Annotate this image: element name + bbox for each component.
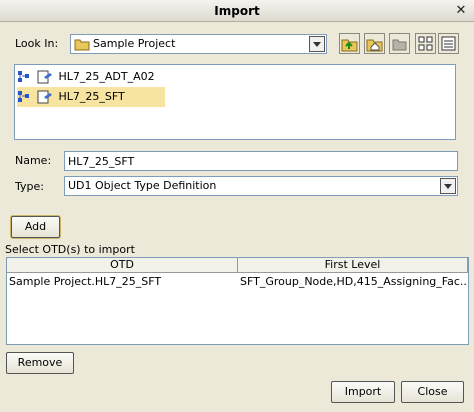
type-combo[interactable]: UD1 Object Type Definition <box>64 176 458 196</box>
details-view-icon <box>441 36 456 51</box>
close-window-icon[interactable]: ✕ <box>454 4 468 18</box>
home-button[interactable] <box>364 33 385 54</box>
tree-item[interactable]: HL7_25_ADT_A02 <box>17 67 161 87</box>
file-tree[interactable]: HL7_25_ADT_A02 HL7_25_SFT <box>14 64 456 140</box>
import-button[interactable]: Import <box>331 381 395 403</box>
details-view-button[interactable] <box>438 33 459 54</box>
up-one-level-button[interactable] <box>339 33 360 54</box>
tree-item-label: HL7_25_ADT_A02 <box>58 70 155 83</box>
close-button[interactable]: Close <box>401 381 464 403</box>
column-header-first-level[interactable]: First Level <box>238 258 468 273</box>
window-title: Import <box>214 4 260 18</box>
table-cell-first-level: SFT_Group_Node,HD,415_Assigning_Fac... <box>240 275 468 288</box>
tree-item-label: HL7_25_SFT <box>58 90 125 103</box>
column-header-otd[interactable]: OTD <box>7 258 238 273</box>
type-value: UD1 Object Type Definition <box>68 179 217 192</box>
list-view-icon <box>418 36 433 51</box>
folder-icon <box>392 39 407 51</box>
otd-document-icon <box>37 70 52 84</box>
folder-up-icon <box>341 39 358 52</box>
type-label: Type: <box>15 180 44 193</box>
folder-icon <box>74 39 90 51</box>
tree-item-selected[interactable]: HL7_25_SFT <box>17 87 165 107</box>
table-cell-otd: Sample Project.HL7_25_SFT <box>9 275 162 288</box>
new-folder-button[interactable] <box>389 33 410 54</box>
chevron-down-icon[interactable] <box>309 36 325 52</box>
otd-document-icon <box>37 90 52 104</box>
remove-button[interactable]: Remove <box>6 352 74 374</box>
otd-table-caption: Select OTD(s) to import <box>5 243 135 256</box>
look-in-label: Look In: <box>15 37 59 50</box>
look-in-combo[interactable]: Sample Project <box>70 34 327 54</box>
look-in-value: Sample Project <box>93 37 176 50</box>
title-bar: Import ✕ <box>0 0 474 22</box>
name-label: Name: <box>15 154 52 167</box>
name-field[interactable] <box>64 151 458 171</box>
add-button[interactable]: Add <box>11 216 60 238</box>
list-view-button[interactable] <box>415 33 436 54</box>
home-folder-icon <box>366 39 383 52</box>
otd-table[interactable]: OTD First Level Sample Project.HL7_25_SF… <box>6 257 469 345</box>
chevron-down-icon[interactable] <box>440 178 456 194</box>
